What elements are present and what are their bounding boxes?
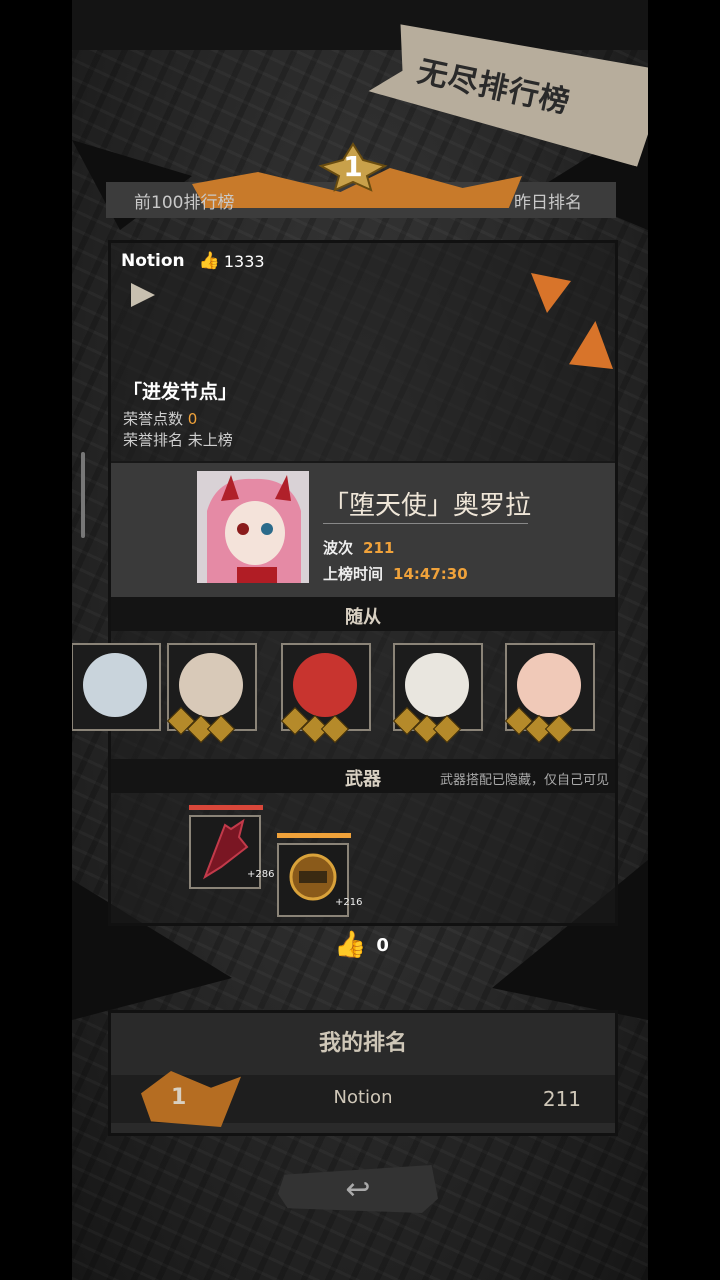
follower-card[interactable] [280, 643, 371, 744]
leaderboard-screen: 无尽排行榜 前100排行榜 昨日排名 1 Notion 👍 1333 「进发节点… [72, 0, 648, 1280]
follower-portrait [405, 653, 469, 717]
rank-number: 1 [343, 150, 363, 183]
time-value: 14:47:30 [393, 565, 468, 583]
my-rank-title: 我的排名 [318, 1031, 407, 1056]
honor-rank-label: 荣誉排名 [123, 431, 184, 449]
tab-top100[interactable]: 前100排行榜 [134, 188, 234, 213]
honor-points-label: 荣誉点数 [123, 410, 184, 428]
back-arrow-icon: ↩ [345, 1171, 371, 1207]
my-rank-name: Notion [333, 1087, 393, 1108]
follower-portrait [293, 653, 357, 717]
node-title: 「进发节点」 [123, 381, 238, 403]
tab-yesterday[interactable]: 昨日排名 [514, 188, 582, 213]
player-card: Notion 👍 1333 「进发节点」 荣誉点数 0 荣誉排名 未上榜 「堕天… [72, 240, 618, 926]
likes-count: 👍 1333 [199, 251, 265, 271]
decor-triangle [131, 283, 155, 307]
weapon-bonus: +216 [335, 897, 363, 908]
follower-card[interactable] [504, 643, 595, 744]
follower-portrait [517, 653, 581, 717]
scrollbar[interactable] [81, 452, 85, 538]
hero-panel: 「堕天使」奥罗拉 波次 211 上榜时间 14:47:30 [111, 461, 615, 601]
my-rank-wave: 211 [542, 1087, 581, 1111]
follower-portrait [83, 653, 147, 717]
likes-value: 1333 [223, 251, 265, 271]
time-label: 上榜时间 [323, 565, 384, 583]
wave-stat: 波次 211 [323, 537, 394, 558]
back-button[interactable]: ↩ [278, 1165, 438, 1213]
my-rank-row: 1 Notion 211 [111, 1071, 615, 1127]
follower-card[interactable] [166, 643, 257, 744]
wave-value: 211 [363, 539, 395, 557]
followers-title: 随从 [345, 607, 381, 628]
decor-triangle [531, 273, 571, 313]
time-stat: 上榜时间 14:47:30 [323, 563, 468, 584]
hero-portrait[interactable] [197, 471, 309, 583]
weapon-slot[interactable]: +216 [277, 843, 362, 917]
star-badge-icon [544, 714, 574, 744]
weapon-slot[interactable]: +286 [189, 815, 274, 889]
user-row: Notion 👍 1333 [121, 251, 265, 271]
follower-card[interactable] [392, 643, 483, 744]
decor-triangle [569, 321, 613, 369]
divider [323, 523, 528, 524]
weapon-rarity-bar [277, 833, 351, 838]
weapon-bonus: +286 [247, 869, 275, 880]
honor-points: 0 [187, 410, 198, 428]
honor-info: 荣誉点数 0 荣誉排名 未上榜 [123, 409, 233, 451]
top-bar [72, 0, 648, 50]
star-badge-icon [320, 714, 350, 744]
honor-rank: 未上榜 [187, 431, 233, 449]
thumbs-up-icon: 👍 [334, 930, 367, 960]
wave-label: 波次 [323, 539, 354, 557]
like-count: 0 [376, 934, 389, 956]
player-name[interactable]: Notion [121, 251, 185, 271]
like-button[interactable]: 👍 0 [334, 930, 389, 960]
rank-emblem: 1 [317, 142, 389, 192]
thumbs-up-icon: 👍 [198, 251, 220, 271]
star-badge-icon [206, 714, 236, 744]
my-rank-panel: 我的排名 1 Notion 211 [108, 1010, 618, 1136]
hero-name: 「堕天使」奥罗拉 [323, 491, 532, 521]
follower-card[interactable] [72, 643, 161, 731]
weapons-hidden-note: 武器搭配已隐藏，仅自己可见 [439, 773, 609, 788]
star-badge-icon [432, 714, 462, 744]
weapon-rarity-bar [189, 805, 263, 810]
follower-portrait [179, 653, 243, 717]
